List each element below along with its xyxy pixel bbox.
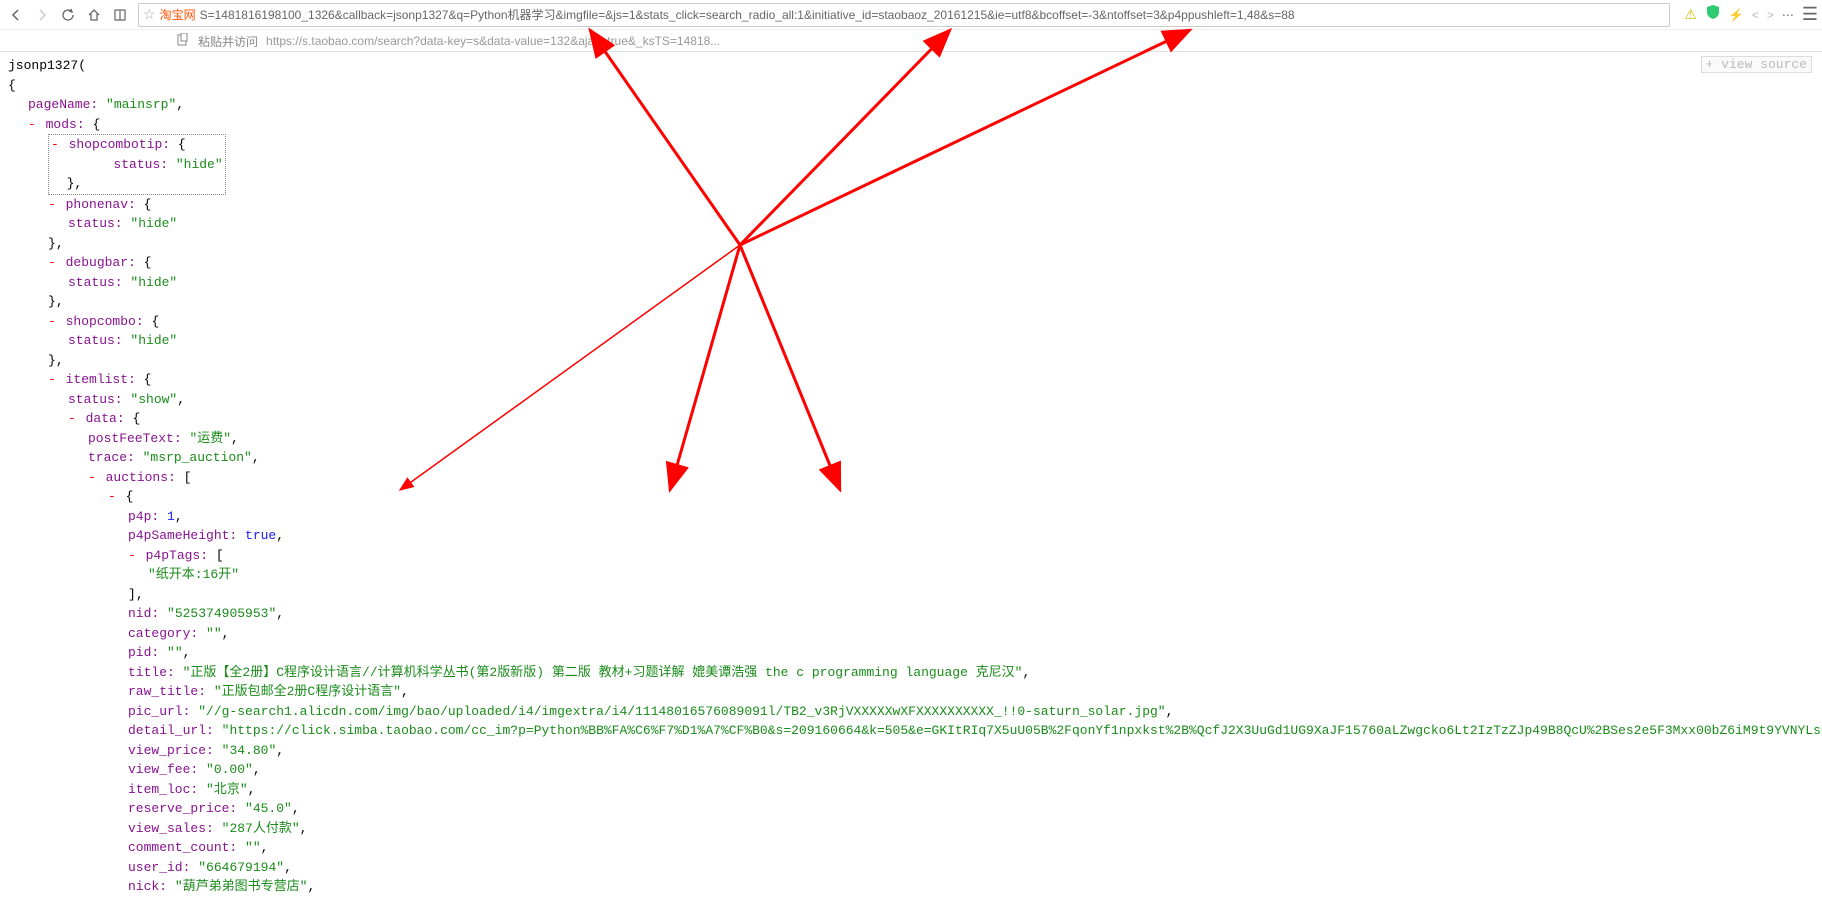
nav-fwd-icon[interactable]: >: [1767, 8, 1774, 22]
json-close: ],: [8, 585, 1814, 605]
refresh-button[interactable]: [56, 3, 80, 27]
warning-icon[interactable]: ⚠: [1684, 6, 1697, 23]
json-viewprice: view_price: "34.80",: [8, 741, 1814, 761]
json-auctions: - auctions: [: [8, 468, 1814, 488]
json-p4ptags: - p4pTags: [: [8, 546, 1814, 566]
flash-icon[interactable]: ⚡: [1729, 8, 1744, 22]
collapse-icon[interactable]: -: [128, 548, 136, 563]
json-p4p: p4p: 1,: [8, 507, 1814, 527]
json-trace: trace: "msrp_auction",: [8, 448, 1814, 468]
json-detailurl: detail_url: "https://click.simba.taobao.…: [8, 721, 1814, 741]
address-bar[interactable]: ☆ 淘宝网 S=1481816198100_1326&callback=json…: [138, 3, 1670, 27]
collapse-icon[interactable]: -: [51, 137, 59, 152]
json-viewsales: view_sales: "287人付款",: [8, 819, 1814, 839]
json-brace: {: [8, 76, 1814, 96]
collapse-icon[interactable]: -: [48, 372, 56, 387]
paste-label: 粘贴并访问: [198, 33, 258, 50]
json-p4ptag-val: "纸开本:16开": [8, 565, 1814, 585]
collapse-icon[interactable]: -: [48, 314, 56, 329]
json-itemlist: - itemlist: {: [8, 370, 1814, 390]
json-shopcombo: - shopcombo: {: [8, 312, 1814, 332]
json-close: },: [8, 234, 1814, 254]
nav-back-icon[interactable]: <: [1752, 8, 1759, 22]
json-status: status: "hide": [8, 273, 1814, 293]
right-controls: ⚠ ⚡ < > ⋯ ☰: [1684, 4, 1818, 25]
json-mods: - mods: {: [8, 115, 1814, 135]
forward-button[interactable]: [30, 3, 54, 27]
json-commentcount: comment_count: "",: [8, 838, 1814, 858]
toolbar: ☆ 淘宝网 S=1481816198100_1326&callback=json…: [0, 0, 1822, 30]
json-shopcombotip: - shopcombotip: { status: "hide" },: [8, 134, 1814, 195]
json-data: - data: {: [8, 409, 1814, 429]
star-icon[interactable]: ☆: [143, 6, 156, 23]
json-p4psame: p4pSameHeight: true,: [8, 526, 1814, 546]
sub-url: https://s.taobao.com/search?data-key=s&d…: [266, 34, 720, 48]
json-status: status: "show",: [8, 390, 1814, 410]
json-phonenav: - phonenav: {: [8, 195, 1814, 215]
json-picurl: pic_url: "//g-search1.alicdn.com/img/bao…: [8, 702, 1814, 722]
shield-icon[interactable]: [1705, 4, 1721, 25]
more-icon[interactable]: ⋯: [1782, 8, 1794, 22]
collapse-icon[interactable]: -: [68, 411, 76, 426]
json-postfee: postFeeText: "运费",: [8, 429, 1814, 449]
json-debugbar: - debugbar: {: [8, 253, 1814, 273]
url-text: S=1481816198100_1326&callback=jsonp1327&…: [200, 6, 1295, 23]
json-nid: nid: "525374905953",: [8, 604, 1814, 624]
home-button[interactable]: [82, 3, 106, 27]
json-rawtitle: raw_title: "正版包邮全2册C程序设计语言",: [8, 682, 1814, 702]
json-item: - {: [8, 487, 1814, 507]
json-callback: jsonp1327(: [8, 56, 1814, 76]
json-viewer: jsonp1327( { pageName: "mainsrp", - mods…: [0, 52, 1822, 901]
json-nick: nick: "葫芦弟弟图书专营店",: [8, 877, 1814, 897]
collapse-icon[interactable]: -: [48, 255, 56, 270]
json-status: status: "hide": [8, 214, 1814, 234]
json-userid: user_id: "664679194",: [8, 858, 1814, 878]
collapse-icon[interactable]: -: [28, 117, 36, 132]
collapse-icon[interactable]: -: [108, 489, 116, 504]
browser-chrome: ☆ 淘宝网 S=1481816198100_1326&callback=json…: [0, 0, 1822, 52]
json-close: },: [8, 292, 1814, 312]
back-button[interactable]: [4, 3, 28, 27]
json-pagename: pageName: "mainsrp",: [8, 95, 1814, 115]
paste-icon[interactable]: [176, 33, 190, 50]
json-close: },: [8, 351, 1814, 371]
json-category: category: "",: [8, 624, 1814, 644]
json-viewfee: view_fee: "0.00",: [8, 760, 1814, 780]
secondary-bar: 粘贴并访问 https://s.taobao.com/search?data-k…: [0, 30, 1822, 52]
site-name: 淘宝网: [160, 6, 196, 23]
collapse-icon[interactable]: -: [48, 197, 56, 212]
json-reserveprice: reserve_price: "45.0",: [8, 799, 1814, 819]
collapse-icon[interactable]: -: [88, 470, 96, 485]
json-status: status: "hide": [8, 331, 1814, 351]
reader-button[interactable]: [108, 3, 132, 27]
json-itemloc: item_loc: "北京",: [8, 780, 1814, 800]
menu-icon[interactable]: ☰: [1802, 4, 1818, 25]
json-title: title: "正版【全2册】C程序设计语言//计算机科学丛书(第2版新版) 第…: [8, 663, 1814, 683]
json-pid: pid: "",: [8, 643, 1814, 663]
